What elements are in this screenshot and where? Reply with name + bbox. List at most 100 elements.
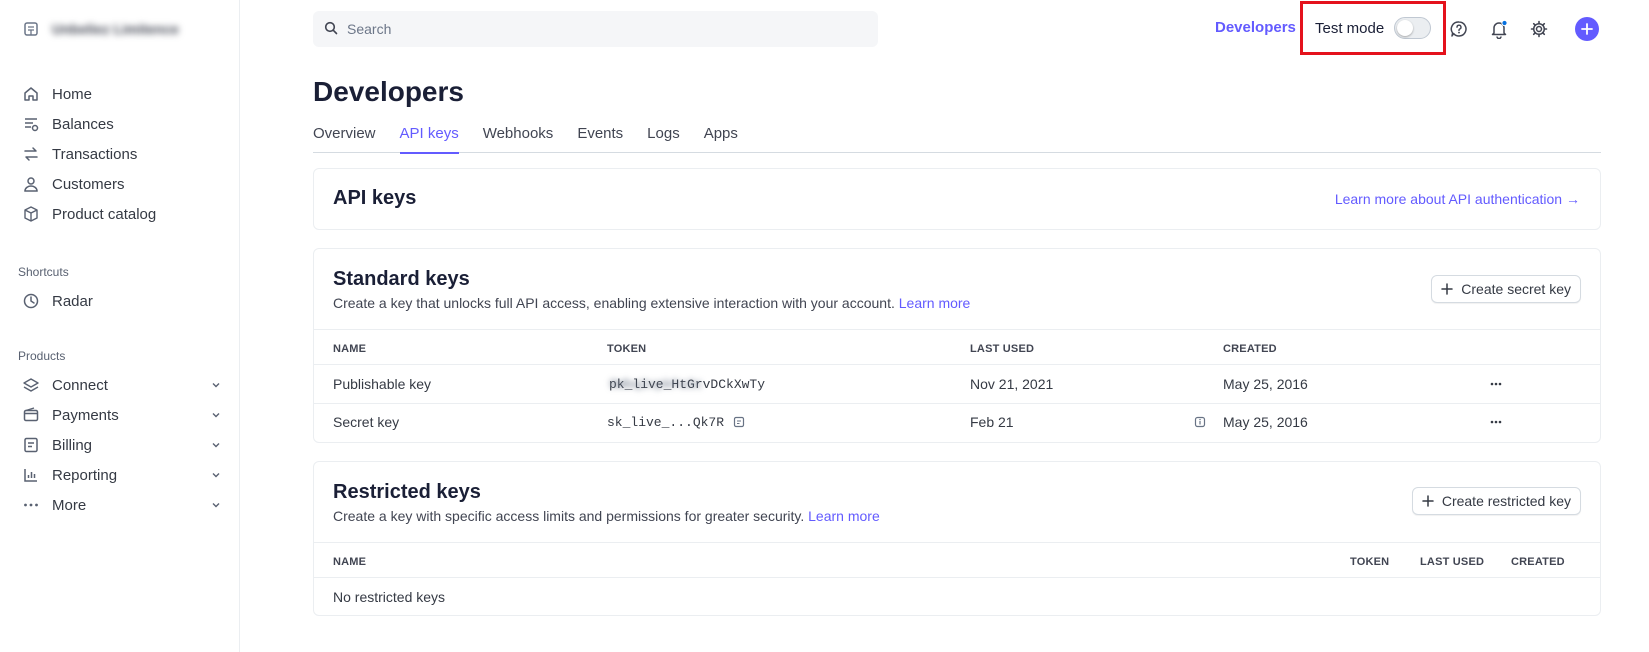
tab-apps[interactable]: Apps (704, 122, 738, 153)
store-icon (22, 20, 40, 38)
sidebar-item-payments[interactable]: Payments (18, 400, 223, 430)
create-secret-key-button[interactable]: Create secret key (1431, 275, 1581, 303)
table-row[interactable]: Secret key sk_live_...Qk7R Feb 21 May 25… (314, 404, 1600, 443)
sidebar-item-transactions[interactable]: Transactions (18, 139, 223, 169)
primary-nav: Home Balances Transactions Customers Pro… (18, 79, 223, 229)
column-header-name: NAME (333, 556, 367, 568)
sidebar-item-label: Home (52, 85, 93, 103)
ellipsis-icon (22, 496, 40, 514)
tab-webhooks[interactable]: Webhooks (483, 122, 554, 153)
help-icon[interactable] (1448, 18, 1470, 40)
tab-events[interactable]: Events (577, 122, 623, 153)
empty-state-text: No restricted keys (333, 589, 446, 605)
row-overflow-menu-icon[interactable] (1486, 415, 1506, 429)
wallet-icon (22, 406, 40, 424)
table-header: NAME TOKEN LAST USED CREATED (314, 329, 1600, 365)
restricted-keys-description: Create a key with specific access limits… (333, 508, 880, 524)
sidebar-item-label: Connect (52, 376, 108, 394)
column-header-created: CREATED (1511, 556, 1565, 568)
customer-icon (22, 175, 40, 193)
standard-keys-description: Create a key that unlocks full API acces… (333, 295, 970, 311)
api-keys-card: API keys Learn more about API authentica… (313, 168, 1601, 230)
account-switcher[interactable]: Unbeliez Limitence (22, 20, 179, 38)
layers-icon (22, 376, 40, 394)
description-text: Create a key with specific access limits… (333, 508, 805, 524)
column-header-last-used: LAST USED (1420, 556, 1485, 568)
restricted-keys-card: Restricted keys Create a key with specif… (313, 461, 1601, 616)
key-name: Secret key (333, 414, 400, 430)
sidebar-item-billing[interactable]: Billing (18, 430, 223, 460)
key-name: Publishable key (333, 376, 432, 392)
account-name: Unbeliez Limitence (52, 21, 179, 37)
billing-icon (22, 436, 40, 454)
sidebar-item-label: More (52, 496, 87, 514)
sidebar-item-label: Billing (52, 436, 93, 454)
learn-more-api-auth-link[interactable]: Learn more about API authentication → (1335, 191, 1580, 207)
sidebar-item-label: Payments (52, 406, 119, 424)
standard-keys-title: Standard keys (333, 268, 470, 290)
chevron-down-icon[interactable] (209, 438, 223, 452)
plus-icon (1440, 282, 1454, 296)
shortcuts-nav: Shortcuts Radar (18, 262, 223, 316)
sidebar-item-product-catalog[interactable]: Product catalog (18, 199, 223, 229)
created-date: May 25, 2016 (1223, 376, 1308, 392)
sidebar-item-balances[interactable]: Balances (18, 109, 223, 139)
column-header-token: TOKEN (1350, 556, 1390, 568)
tab-logs[interactable]: Logs (647, 122, 680, 153)
test-mode-control[interactable]: Test mode (1315, 17, 1432, 39)
info-icon[interactable] (1194, 415, 1206, 431)
last-used: Nov 21, 2021 (970, 376, 1054, 392)
transactions-icon (22, 145, 40, 163)
search-input[interactable] (347, 21, 847, 37)
chevron-down-icon[interactable] (209, 498, 223, 512)
sidebar: Unbeliez Limitence Home Balances Transac… (0, 0, 240, 652)
sidebar-item-radar[interactable]: Radar (18, 286, 223, 316)
sidebar-item-customers[interactable]: Customers (18, 169, 223, 199)
notification-bell-icon[interactable] (1488, 18, 1510, 40)
chevron-down-icon[interactable] (209, 408, 223, 422)
table-row[interactable]: Publishable key pk_live_HtGrvDCkXwTy 9Wbq… (314, 365, 1600, 404)
tab-api-keys[interactable]: API keys (399, 122, 459, 154)
product-box-icon (22, 205, 40, 223)
column-header-token: TOKEN (607, 343, 647, 355)
learn-more-link[interactable]: Learn more (808, 508, 880, 524)
chevron-down-icon[interactable] (209, 378, 223, 392)
search-icon (324, 21, 338, 38)
column-header-name: NAME (333, 343, 367, 355)
learn-more-link[interactable]: Learn more (899, 295, 971, 311)
chevron-down-icon[interactable] (209, 468, 223, 482)
standard-keys-card: Standard keys Create a key that unlocks … (313, 248, 1601, 443)
sidebar-item-label: Reporting (52, 466, 118, 484)
test-mode-label: Test mode (1315, 19, 1385, 37)
row-overflow-menu-icon[interactable] (1486, 377, 1506, 391)
clock-icon (22, 292, 40, 310)
column-header-last-used: LAST USED (970, 343, 1035, 355)
developers-link[interactable]: Developers (1215, 19, 1296, 36)
note-icon[interactable] (733, 415, 745, 431)
sidebar-item-label: Customers (52, 175, 125, 193)
create-restricted-key-button[interactable]: Create restricted key (1411, 487, 1581, 515)
sidebar-item-label: Radar (52, 292, 93, 310)
sidebar-item-connect[interactable]: Connect (18, 370, 223, 400)
key-token[interactable]: sk_live_...Qk7R (607, 415, 724, 430)
sidebar-item-label: Transactions (52, 145, 138, 163)
sidebar-item-reporting[interactable]: Reporting (18, 460, 223, 490)
token-hidden: 9Wbq2xpkFa3c (609, 377, 703, 392)
sidebar-item-more[interactable]: More (18, 490, 223, 520)
page-title: Developers (313, 76, 464, 107)
search-bar[interactable] (313, 11, 878, 47)
button-label: Create restricted key (1441, 493, 1571, 509)
tab-overview[interactable]: Overview (313, 122, 376, 153)
button-label: Create secret key (1461, 281, 1571, 297)
test-mode-toggle[interactable] (1394, 17, 1432, 39)
toggle-knob (1397, 20, 1414, 36)
table-header: NAME TOKEN LAST USED CREATED (314, 542, 1600, 578)
sidebar-item-label: Product catalog (52, 205, 157, 223)
column-header-created: CREATED (1223, 343, 1277, 355)
sidebar-item-label: Balances (52, 115, 114, 133)
shortcuts-title: Shortcuts (18, 265, 69, 279)
create-plus-button[interactable] (1575, 17, 1599, 41)
sidebar-item-home[interactable]: Home (18, 79, 223, 109)
products-nav: Products Connect Payments Billing Report… (18, 346, 223, 520)
gear-icon[interactable] (1528, 18, 1550, 40)
